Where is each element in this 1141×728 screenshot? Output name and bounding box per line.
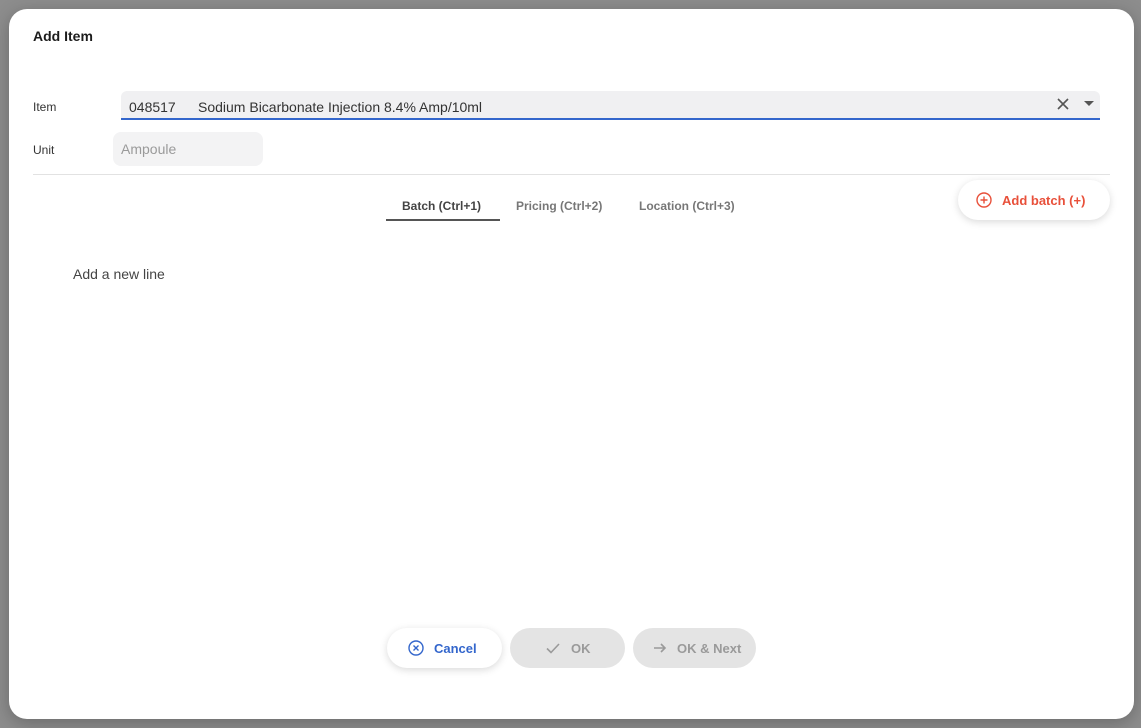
add-item-dialog: Add Item Item 048517 Sodium Bicarbonate … bbox=[9, 9, 1134, 719]
dialog-title: Add Item bbox=[33, 28, 93, 44]
item-name: Sodium Bicarbonate Injection 8.4% Amp/10… bbox=[198, 99, 483, 115]
arrow-right-icon bbox=[654, 643, 667, 653]
divider bbox=[33, 174, 1110, 175]
cancel-button[interactable]: Cancel bbox=[387, 628, 502, 668]
item-search-input[interactable]: 048517 Sodium Bicarbonate Injection 8.4%… bbox=[121, 91, 1100, 120]
plus-circle-icon bbox=[976, 192, 992, 208]
cancel-circle-icon bbox=[408, 640, 424, 656]
ok-next-button[interactable]: OK & Next bbox=[633, 628, 756, 668]
ok-next-label: OK & Next bbox=[677, 641, 742, 656]
add-new-line-text[interactable]: Add a new line bbox=[73, 266, 165, 282]
unit-value: Ampoule bbox=[121, 141, 177, 157]
add-batch-button[interactable]: Add batch (+) bbox=[958, 180, 1110, 220]
item-label: Item bbox=[33, 100, 57, 114]
active-tab-indicator bbox=[386, 219, 500, 221]
unit-field: Ampoule bbox=[113, 132, 263, 166]
tab-location[interactable]: Location (Ctrl+3) bbox=[639, 199, 735, 213]
add-batch-label: Add batch (+) bbox=[1002, 193, 1086, 208]
check-icon bbox=[546, 643, 560, 654]
tab-pricing[interactable]: Pricing (Ctrl+2) bbox=[516, 199, 602, 213]
ok-button[interactable]: OK bbox=[510, 628, 625, 668]
cancel-label: Cancel bbox=[434, 641, 477, 656]
ok-label: OK bbox=[571, 641, 591, 656]
unit-label: Unit bbox=[33, 143, 55, 157]
dropdown-arrow-icon[interactable] bbox=[1084, 101, 1094, 106]
item-code: 048517 bbox=[129, 99, 176, 115]
clear-icon[interactable] bbox=[1054, 95, 1072, 113]
tab-batch[interactable]: Batch (Ctrl+1) bbox=[402, 199, 481, 213]
